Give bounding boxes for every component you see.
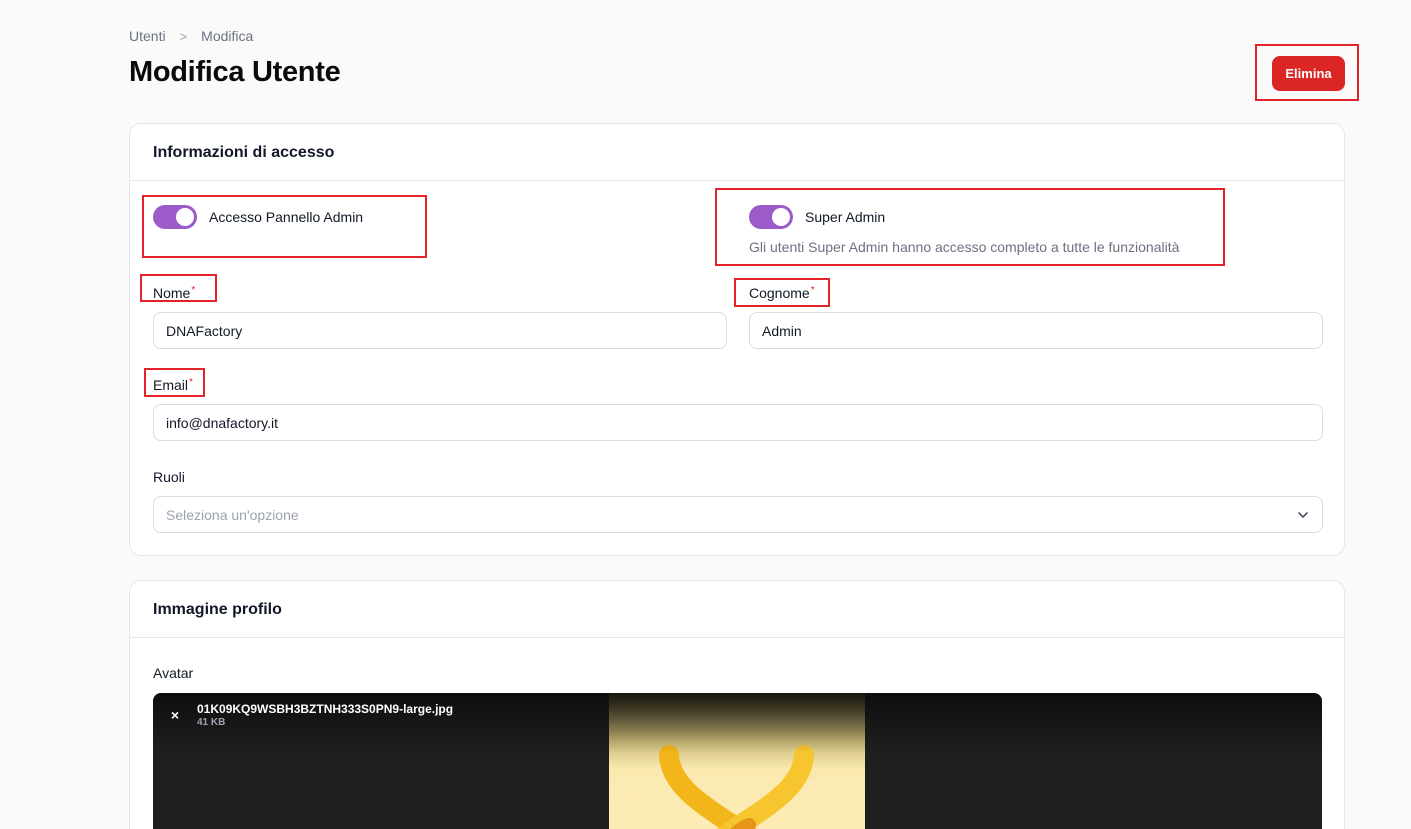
roles-label: Ruoli [153, 469, 185, 485]
last-name-input[interactable] [749, 312, 1323, 349]
first-name-input[interactable] [153, 312, 727, 349]
first-name-label: Nome* [153, 285, 196, 301]
super-admin-hint: Gli utenti Super Admin hanno accesso com… [749, 239, 1180, 255]
breadcrumb-item-edit: Modifica [201, 28, 254, 44]
toggle-knob [176, 208, 194, 226]
avatar-upload[interactable]: × 01K09KQ9WSBH3BZTNH333S0PN9-large.jpg 4… [153, 693, 1322, 829]
super-admin-toggle[interactable] [749, 205, 793, 229]
last-name-label: Cognome* [749, 285, 815, 301]
profile-image-title: Immagine profilo [130, 581, 1344, 638]
admin-panel-access-toggle[interactable] [153, 205, 197, 229]
toggle-knob [772, 208, 790, 226]
roles-select[interactable]: Seleziona un'opzione [153, 496, 1323, 533]
required-mark: * [189, 377, 193, 388]
file-size: 41 KB [197, 717, 226, 728]
profile-image-card: Immagine profilo Avatar × 01K09KQ9WSBH3B… [129, 580, 1345, 829]
required-mark: * [810, 285, 815, 296]
chevron-down-icon [1298, 511, 1308, 518]
delete-button[interactable]: Elimina [1272, 56, 1345, 91]
access-info-title: Informazioni di accesso [130, 124, 1344, 181]
admin-panel-access-label: Accesso Pannello Admin [209, 209, 364, 225]
super-admin-row: Super Admin [749, 205, 885, 229]
admin-panel-access-row: Accesso Pannello Admin [153, 205, 363, 229]
page-title: Modifica Utente [129, 56, 341, 88]
file-name: 01K09KQ9WSBH3BZTNH333S0PN9-large.jpg [197, 702, 454, 716]
remove-file-icon[interactable]: × [167, 707, 183, 723]
super-admin-label: Super Admin [805, 209, 886, 225]
chevron-right-icon: > [179, 28, 188, 44]
access-info-card: Informazioni di accesso Accesso Pannello… [129, 123, 1345, 556]
email-label: Email* [153, 377, 193, 393]
email-input[interactable] [153, 404, 1323, 441]
breadcrumb: Utenti > Modifica [129, 28, 253, 44]
breadcrumb-item-users[interactable]: Utenti [129, 28, 166, 44]
avatar-label: Avatar [153, 665, 194, 681]
required-mark: * [191, 285, 196, 296]
roles-placeholder: Seleziona un'opzione [166, 506, 299, 523]
